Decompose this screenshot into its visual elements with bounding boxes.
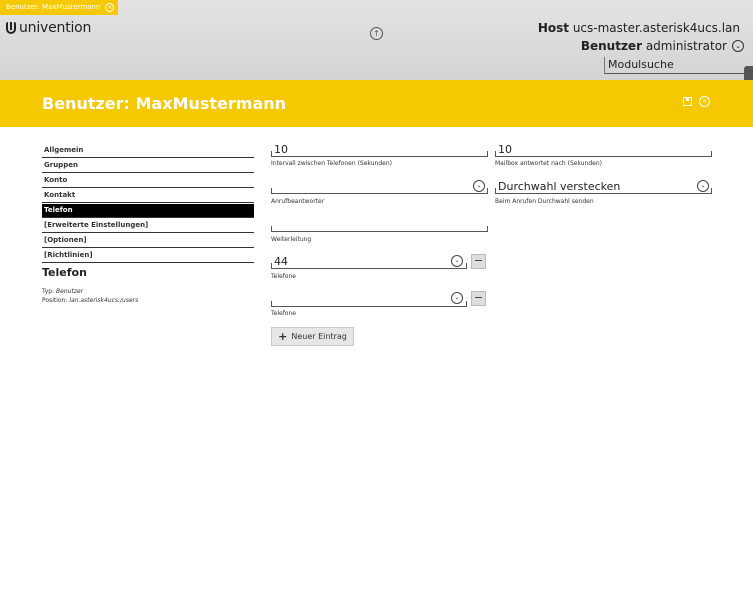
telefone-select-2[interactable] [271, 292, 467, 307]
chevron-down-icon[interactable]: ⌄ [451, 292, 463, 304]
position-value: lan.asterisk4ucs:/users [69, 297, 139, 304]
anrufbeantworter-select[interactable] [271, 179, 488, 194]
user-menu[interactable]: Benutzer administrator ⌄ [581, 39, 744, 53]
telefone-select-1[interactable]: 44 [271, 254, 467, 269]
save-icon[interactable] [683, 97, 692, 106]
section-nav: Allgemein Gruppen Konto Kontakt Telefon … [42, 144, 254, 264]
nav-item-telefon[interactable]: Telefon [42, 204, 254, 218]
position-label: Position: [42, 297, 68, 304]
interval-label: Intervall zwischen Telefonen (Sekunden) [271, 160, 392, 167]
remove-entry-button[interactable]: − [471, 254, 486, 269]
telefone-label-1: Telefone [271, 273, 296, 280]
page-banner: Benutzer: MaxMustermann [0, 80, 753, 127]
tab-close-icon[interactable]: × [105, 3, 115, 12]
host-info: Host ucs-master.asterisk4ucs.lan [538, 21, 740, 35]
chevron-down-icon[interactable]: ⌄ [697, 180, 709, 192]
durchwahl-select[interactable]: Durchwahl verstecken [495, 179, 712, 194]
nav-item-erweiterte-einstellungen[interactable]: [Erweiterte Einstellungen] [42, 219, 254, 233]
add-entry-button[interactable]: + Neuer Eintrag [271, 327, 354, 346]
chevron-down-icon[interactable]: ⌄ [451, 255, 463, 267]
univention-logo-icon [6, 22, 16, 34]
object-meta: Typ: Benutzer Position: lan.asterisk4ucs… [42, 287, 138, 305]
tab-benutzer[interactable]: Benutzer: MaxMustermann × [0, 0, 119, 15]
type-label: Typ: [42, 288, 55, 295]
durchwahl-label: Beim Anrufen Durchwahl senden [495, 198, 594, 205]
page-title: Benutzer: MaxMustermann [42, 94, 287, 113]
add-entry-label: Neuer Eintrag [291, 332, 347, 341]
host-value: ucs-master.asterisk4ucs.lan [572, 21, 740, 35]
logo-text: univention [19, 20, 92, 36]
weiterleitung-input[interactable] [271, 217, 488, 232]
top-header: Benutzer: MaxMustermann × univention ↑ H… [0, 0, 753, 86]
mailbox-input[interactable]: 10 [495, 142, 712, 157]
module-search-input[interactable]: Modulsuche [604, 57, 753, 74]
collapse-header-icon[interactable]: ↑ [370, 27, 383, 40]
plus-icon: + [278, 330, 288, 343]
type-value: Benutzer [56, 288, 84, 295]
user-value: administrator [645, 39, 727, 53]
nav-item-optionen[interactable]: [Optionen] [42, 234, 254, 248]
nav-item-richtlinien[interactable]: [Richtlinien] [42, 249, 254, 263]
nav-item-allgemein[interactable]: Allgemein [42, 144, 254, 158]
tab-label: Benutzer: MaxMustermann [6, 3, 101, 11]
anrufbeantworter-label: Anrufbeantworter [271, 198, 325, 205]
user-label: Benutzer [580, 39, 642, 53]
chevron-down-icon[interactable]: ⌄ [732, 40, 744, 52]
chevron-down-icon[interactable]: ⌄ [473, 180, 485, 192]
remove-entry-button[interactable]: − [471, 291, 486, 306]
nav-item-konto[interactable]: Konto [42, 174, 254, 188]
nav-item-kontakt[interactable]: Kontakt [42, 189, 254, 203]
close-icon[interactable]: × [699, 96, 710, 107]
interval-input[interactable]: 10 [271, 142, 488, 157]
mailbox-label: Mailbox antwortet nach (Sekunden) [495, 160, 602, 167]
section-title: Telefon [42, 266, 87, 279]
weiterleitung-label: Weiterleitung [271, 236, 312, 243]
univention-logo: univention [6, 20, 91, 36]
telefone-label-2: Telefone [271, 310, 296, 317]
host-label: Host [537, 21, 569, 35]
nav-item-gruppen[interactable]: Gruppen [42, 159, 254, 173]
